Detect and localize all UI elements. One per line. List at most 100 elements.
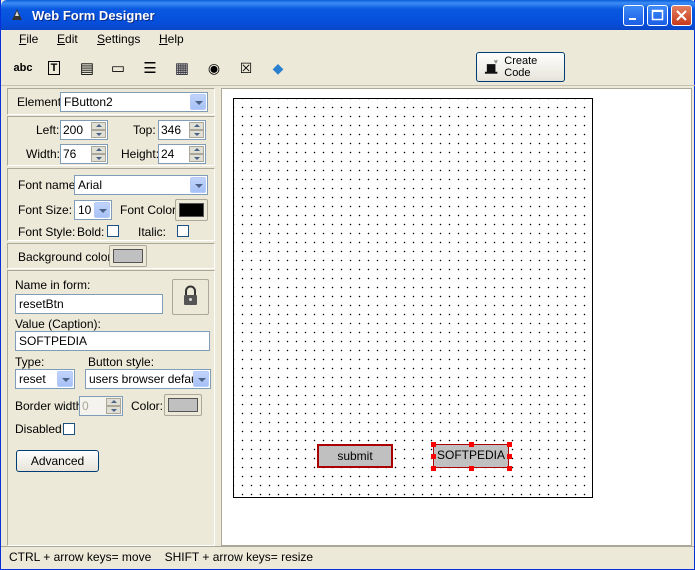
submit-button-control[interactable]: submit xyxy=(317,444,393,468)
resize-handle[interactable] xyxy=(507,442,512,447)
resize-handle[interactable] xyxy=(431,466,436,471)
width-stepper[interactable]: 76 xyxy=(60,144,108,164)
border-width-stepper[interactable]: 0 xyxy=(79,396,123,416)
height-stepper[interactable]: 24 xyxy=(158,144,206,164)
element-group: Element: FButton2 xyxy=(7,88,215,115)
button-tool-icon: ▭ xyxy=(110,60,126,77)
image-tool-icon: ◆ xyxy=(272,59,284,76)
radio-tool-button[interactable]: ◉ xyxy=(204,59,224,77)
design-canvas[interactable]: submit SOFTPEDIA xyxy=(221,88,692,546)
resize-handle[interactable] xyxy=(507,454,512,459)
maximize-button[interactable] xyxy=(647,5,668,26)
resize-handle[interactable] xyxy=(469,466,474,471)
radio-tool-icon: ◉ xyxy=(207,59,221,76)
checkbox-tool-icon: ☒ xyxy=(239,59,253,76)
italic-checkbox[interactable] xyxy=(177,225,189,237)
left-value: 200 xyxy=(63,123,84,137)
value-caption-input[interactable]: SOFTPEDIA xyxy=(15,331,210,351)
name-in-form-label: Name in form: xyxy=(15,278,91,292)
spin-down-icon[interactable] xyxy=(189,154,204,162)
value-caption-value: SOFTPEDIA xyxy=(19,334,88,348)
spin-up-icon[interactable] xyxy=(106,398,121,406)
status-text: CTRL + arrow keys= move SHIFT + arrow ke… xyxy=(9,550,314,564)
type-label: Type: xyxy=(15,355,45,369)
close-button[interactable] xyxy=(671,5,692,26)
element-select[interactable]: FButton2 xyxy=(60,92,208,112)
spinner-buttons xyxy=(91,122,106,138)
menu-file[interactable]: File xyxy=(19,32,38,46)
border-color-swatch xyxy=(168,398,198,412)
spin-down-icon[interactable] xyxy=(189,130,204,138)
font-size-select[interactable]: 10 xyxy=(74,200,112,220)
font-color-button[interactable] xyxy=(175,199,208,221)
button-style-label: Button style: xyxy=(88,355,155,369)
type-select[interactable]: reset xyxy=(15,369,75,389)
properties-panel: Element: FButton2 Left: 200 Top: 346 Wid… xyxy=(7,88,216,546)
lock-button[interactable] xyxy=(172,279,209,315)
create-code-button[interactable]: Create Code xyxy=(476,52,565,82)
name-in-form-input[interactable]: resetBtn xyxy=(15,294,163,314)
spin-up-icon[interactable] xyxy=(189,122,204,130)
spin-down-icon[interactable] xyxy=(106,406,121,414)
font-name-label: Font name: xyxy=(18,178,79,192)
disabled-checkbox[interactable] xyxy=(63,423,75,435)
menu-edit[interactable]: Edit xyxy=(57,32,78,46)
spin-down-icon[interactable] xyxy=(91,130,106,138)
label-tool-icon: abc xyxy=(13,62,33,74)
spin-up-icon[interactable] xyxy=(91,122,106,130)
resize-handle[interactable] xyxy=(431,442,436,447)
resize-handle[interactable] xyxy=(469,442,474,447)
list-tool-button[interactable]: ☰ xyxy=(140,59,160,77)
font-name-value: Arial xyxy=(78,178,103,192)
button-style-select[interactable]: users browser default xyxy=(85,369,211,389)
height-value: 24 xyxy=(161,147,175,161)
form-area[interactable]: submit SOFTPEDIA xyxy=(233,98,593,498)
label-tool-button[interactable]: abc xyxy=(12,59,34,77)
app-window: Web Form Designer File Edit Settings Hel… xyxy=(0,0,695,570)
bold-label: Bold: xyxy=(77,225,105,239)
menu-settings[interactable]: Settings xyxy=(97,32,140,46)
font-size-value: 10 xyxy=(78,203,92,217)
spin-up-icon[interactable] xyxy=(91,146,106,154)
select-tool-button[interactable]: ▦ xyxy=(172,59,192,77)
font-name-select[interactable]: Arial xyxy=(74,175,208,195)
spinner-buttons xyxy=(189,146,204,162)
font-color-swatch xyxy=(179,203,204,217)
textbox-tool-button[interactable]: T xyxy=(44,59,64,77)
background-color-button[interactable] xyxy=(109,245,147,267)
toolbar: abc T ▤ ▭ ☰ ▦ ◉ ☒ ◆ xyxy=(1,50,695,86)
left-stepper[interactable]: 200 xyxy=(60,120,108,140)
spin-down-icon[interactable] xyxy=(91,154,106,162)
minimize-icon xyxy=(629,18,636,20)
softpedia-button-control[interactable]: SOFTPEDIA xyxy=(433,444,509,468)
maximize-icon xyxy=(651,9,664,21)
chevron-down-icon xyxy=(193,371,209,387)
textarea-tool-button[interactable]: ▤ xyxy=(77,59,97,77)
menu-file-label: ile xyxy=(26,32,39,46)
position-group: Left: 200 Top: 346 Width: 76 Height: 24 xyxy=(7,116,215,166)
menu-help-accel: H xyxy=(159,32,168,46)
top-stepper[interactable]: 346 xyxy=(158,120,206,140)
menu-settings-accel: S xyxy=(97,32,106,46)
title-bar[interactable]: Web Form Designer xyxy=(1,0,695,30)
spin-up-icon[interactable] xyxy=(189,146,204,154)
width-label: Width: xyxy=(26,147,61,161)
bold-checkbox[interactable] xyxy=(107,225,119,237)
background-color-swatch xyxy=(113,249,143,263)
menu-bar: File Edit Settings Help xyxy=(1,30,695,50)
chevron-down-icon xyxy=(57,371,73,387)
button-props-group: Name in form: resetBtn Value (Caption): … xyxy=(7,270,215,546)
image-tool-button[interactable]: ◆ xyxy=(268,59,288,77)
resize-handle[interactable] xyxy=(507,466,512,471)
advanced-button[interactable]: Advanced xyxy=(16,450,99,472)
minimize-button[interactable] xyxy=(623,5,644,26)
button-tool-button[interactable]: ▭ xyxy=(108,59,128,77)
menu-help[interactable]: Help xyxy=(159,32,184,46)
border-color-button[interactable] xyxy=(164,394,202,416)
resize-handle[interactable] xyxy=(431,454,436,459)
chevron-down-icon xyxy=(94,202,110,218)
border-width-label: Border width: xyxy=(15,399,86,413)
checkbox-tool-button[interactable]: ☒ xyxy=(236,59,256,77)
close-icon xyxy=(676,10,687,21)
font-style-label: Font Style: xyxy=(18,225,76,239)
